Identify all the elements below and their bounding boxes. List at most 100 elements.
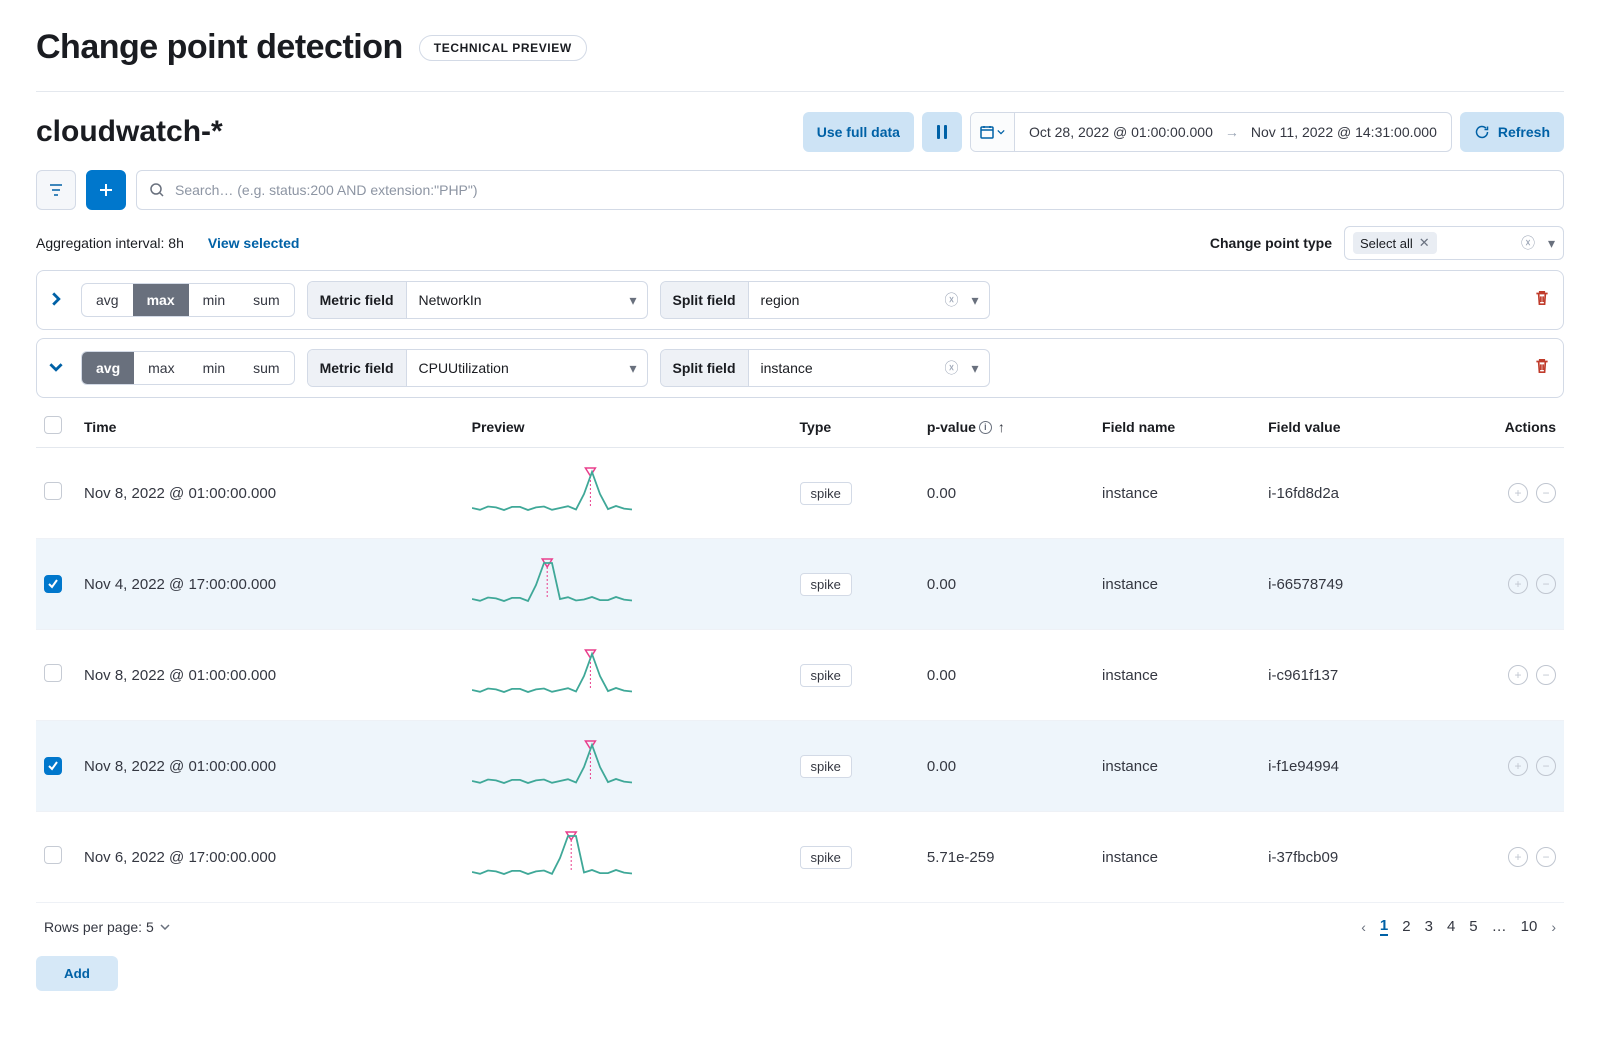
calendar-icon[interactable]	[971, 113, 1015, 151]
aggregation-selector[interactable]: avgmaxminsum	[81, 351, 295, 385]
split-field-select[interactable]: Split fieldinstanceⓧ▾	[660, 349, 990, 387]
aggregation-option-sum[interactable]: sum	[239, 284, 293, 316]
select-all-checkbox[interactable]	[44, 416, 62, 434]
aggregation-option-avg[interactable]: avg	[82, 284, 133, 316]
split-field-value: instance	[761, 360, 813, 376]
filter-button[interactable]	[36, 170, 76, 210]
add-action-button[interactable]: +	[1508, 483, 1528, 503]
add-button[interactable]: Add	[36, 956, 118, 991]
info-icon[interactable]: i	[979, 421, 992, 434]
next-page-button[interactable]: ›	[1551, 919, 1556, 935]
clear-split-field-icon[interactable]: ⓧ	[945, 290, 959, 310]
aggregation-option-avg[interactable]: avg	[82, 352, 134, 384]
change-point-type-select[interactable]: Select all ✕ ⓧ ▾	[1344, 226, 1564, 260]
add-action-button[interactable]: +	[1508, 574, 1528, 594]
type-filter-pill-label: Select all	[1360, 236, 1413, 251]
aggregation-selector[interactable]: avgmaxminsum	[81, 283, 295, 317]
chevron-down-icon[interactable]: ▾	[971, 360, 978, 377]
metric-field-label: Metric field	[308, 350, 407, 386]
cell-field-name: instance	[1094, 448, 1260, 539]
chevron-down-icon[interactable]: ▾	[629, 360, 636, 377]
page-4[interactable]: 4	[1447, 918, 1455, 935]
col-actions: Actions	[1430, 406, 1564, 448]
col-pvalue[interactable]: p-valuei ↑	[919, 406, 1094, 448]
row-checkbox[interactable]	[44, 757, 62, 775]
refresh-button[interactable]: Refresh	[1460, 112, 1564, 152]
row-checkbox[interactable]	[44, 664, 62, 682]
remove-action-button[interactable]: −	[1536, 756, 1556, 776]
aggregation-option-min[interactable]: min	[189, 284, 240, 316]
row-checkbox[interactable]	[44, 482, 62, 500]
view-selected-link[interactable]: View selected	[208, 235, 300, 251]
add-action-button[interactable]: +	[1508, 847, 1528, 867]
chevron-down-icon[interactable]: ▾	[630, 292, 637, 309]
metric-field-select[interactable]: Metric fieldCPUUtilization▾	[307, 349, 648, 387]
add-filter-button[interactable]	[86, 170, 126, 210]
arrow-right-icon: →	[1225, 124, 1239, 140]
chevron-down-icon[interactable]: ▾	[972, 292, 979, 309]
row-checkbox[interactable]	[44, 846, 62, 864]
cell-pvalue: 0.00	[919, 539, 1094, 630]
page-title: Change point detection	[36, 28, 403, 67]
prev-page-button[interactable]: ‹	[1361, 919, 1366, 935]
page-5[interactable]: 5	[1469, 918, 1477, 935]
row-checkbox[interactable]	[44, 575, 62, 593]
remove-action-button[interactable]: −	[1536, 847, 1556, 867]
collapse-toggle[interactable]	[49, 360, 69, 377]
cell-time: Nov 8, 2022 @ 01:00:00.000	[76, 448, 464, 539]
remove-action-button[interactable]: −	[1536, 483, 1556, 503]
page-10[interactable]: 10	[1521, 918, 1538, 935]
cell-pvalue: 0.00	[919, 630, 1094, 721]
split-field-value: region	[761, 292, 800, 308]
sparkline-preview	[472, 648, 632, 698]
remove-pill-icon[interactable]: ✕	[1419, 235, 1430, 251]
cell-pvalue: 0.00	[919, 448, 1094, 539]
rows-per-page-select[interactable]: Rows per page: 5	[44, 919, 170, 935]
date-end: Nov 11, 2022 @ 14:31:00.000	[1251, 124, 1437, 140]
search-box[interactable]	[136, 170, 1564, 210]
auto-refresh-options-button[interactable]	[922, 112, 962, 152]
clear-split-field-icon[interactable]: ⓧ	[945, 358, 959, 378]
add-action-button[interactable]: +	[1508, 756, 1528, 776]
aggregation-option-max[interactable]: max	[133, 284, 189, 316]
use-full-data-button[interactable]: Use full data	[803, 112, 914, 152]
sparkline-preview	[472, 557, 632, 607]
technical-preview-badge: TECHNICAL PREVIEW	[419, 35, 587, 61]
page-3[interactable]: 3	[1425, 918, 1433, 935]
add-action-button[interactable]: +	[1508, 665, 1528, 685]
cell-type-badge: spike	[800, 482, 852, 505]
cell-type-badge: spike	[800, 846, 852, 869]
page-1[interactable]: 1	[1380, 917, 1388, 936]
sort-asc-icon: ↑	[998, 419, 1005, 435]
remove-action-button[interactable]: −	[1536, 574, 1556, 594]
remove-action-button[interactable]: −	[1536, 665, 1556, 685]
delete-config-button[interactable]	[1533, 289, 1551, 312]
chevron-down-icon[interactable]: ▾	[1548, 235, 1555, 252]
cell-field-name: instance	[1094, 539, 1260, 630]
refresh-icon	[1474, 124, 1490, 140]
date-range-picker[interactable]: Oct 28, 2022 @ 01:00:00.000 → Nov 11, 20…	[970, 112, 1452, 152]
cell-field-value: i-66578749	[1260, 539, 1430, 630]
aggregation-option-max[interactable]: max	[134, 352, 188, 384]
cell-field-value: i-16fd8d2a	[1260, 448, 1430, 539]
cell-time: Nov 4, 2022 @ 17:00:00.000	[76, 539, 464, 630]
col-time: Time	[76, 406, 464, 448]
refresh-label: Refresh	[1498, 124, 1550, 140]
table-row: Nov 6, 2022 @ 17:00:00.000spike5.71e-259…	[36, 812, 1564, 903]
type-filter-pill[interactable]: Select all ✕	[1353, 232, 1437, 254]
aggregation-option-min[interactable]: min	[189, 352, 240, 384]
col-pvalue-label: p-value	[927, 419, 976, 435]
cell-field-value: i-37fbcb09	[1260, 812, 1430, 903]
metric-field-select[interactable]: Metric fieldNetworkIn▾	[307, 281, 648, 319]
split-field-select[interactable]: Split field region ⓧ ▾	[660, 281, 990, 319]
aggregation-option-sum[interactable]: sum	[239, 352, 293, 384]
delete-config-button[interactable]	[1533, 357, 1551, 380]
expand-toggle[interactable]	[49, 292, 69, 309]
split-field-label: Split field	[661, 282, 749, 318]
search-input[interactable]	[175, 182, 1551, 198]
cell-pvalue: 5.71e-259	[919, 812, 1094, 903]
change-point-type-label: Change point type	[1210, 235, 1332, 251]
index-pattern-heading: cloudwatch-*	[36, 115, 223, 149]
clear-type-filter-icon[interactable]: ⓧ	[1521, 233, 1535, 253]
page-2[interactable]: 2	[1402, 918, 1410, 935]
